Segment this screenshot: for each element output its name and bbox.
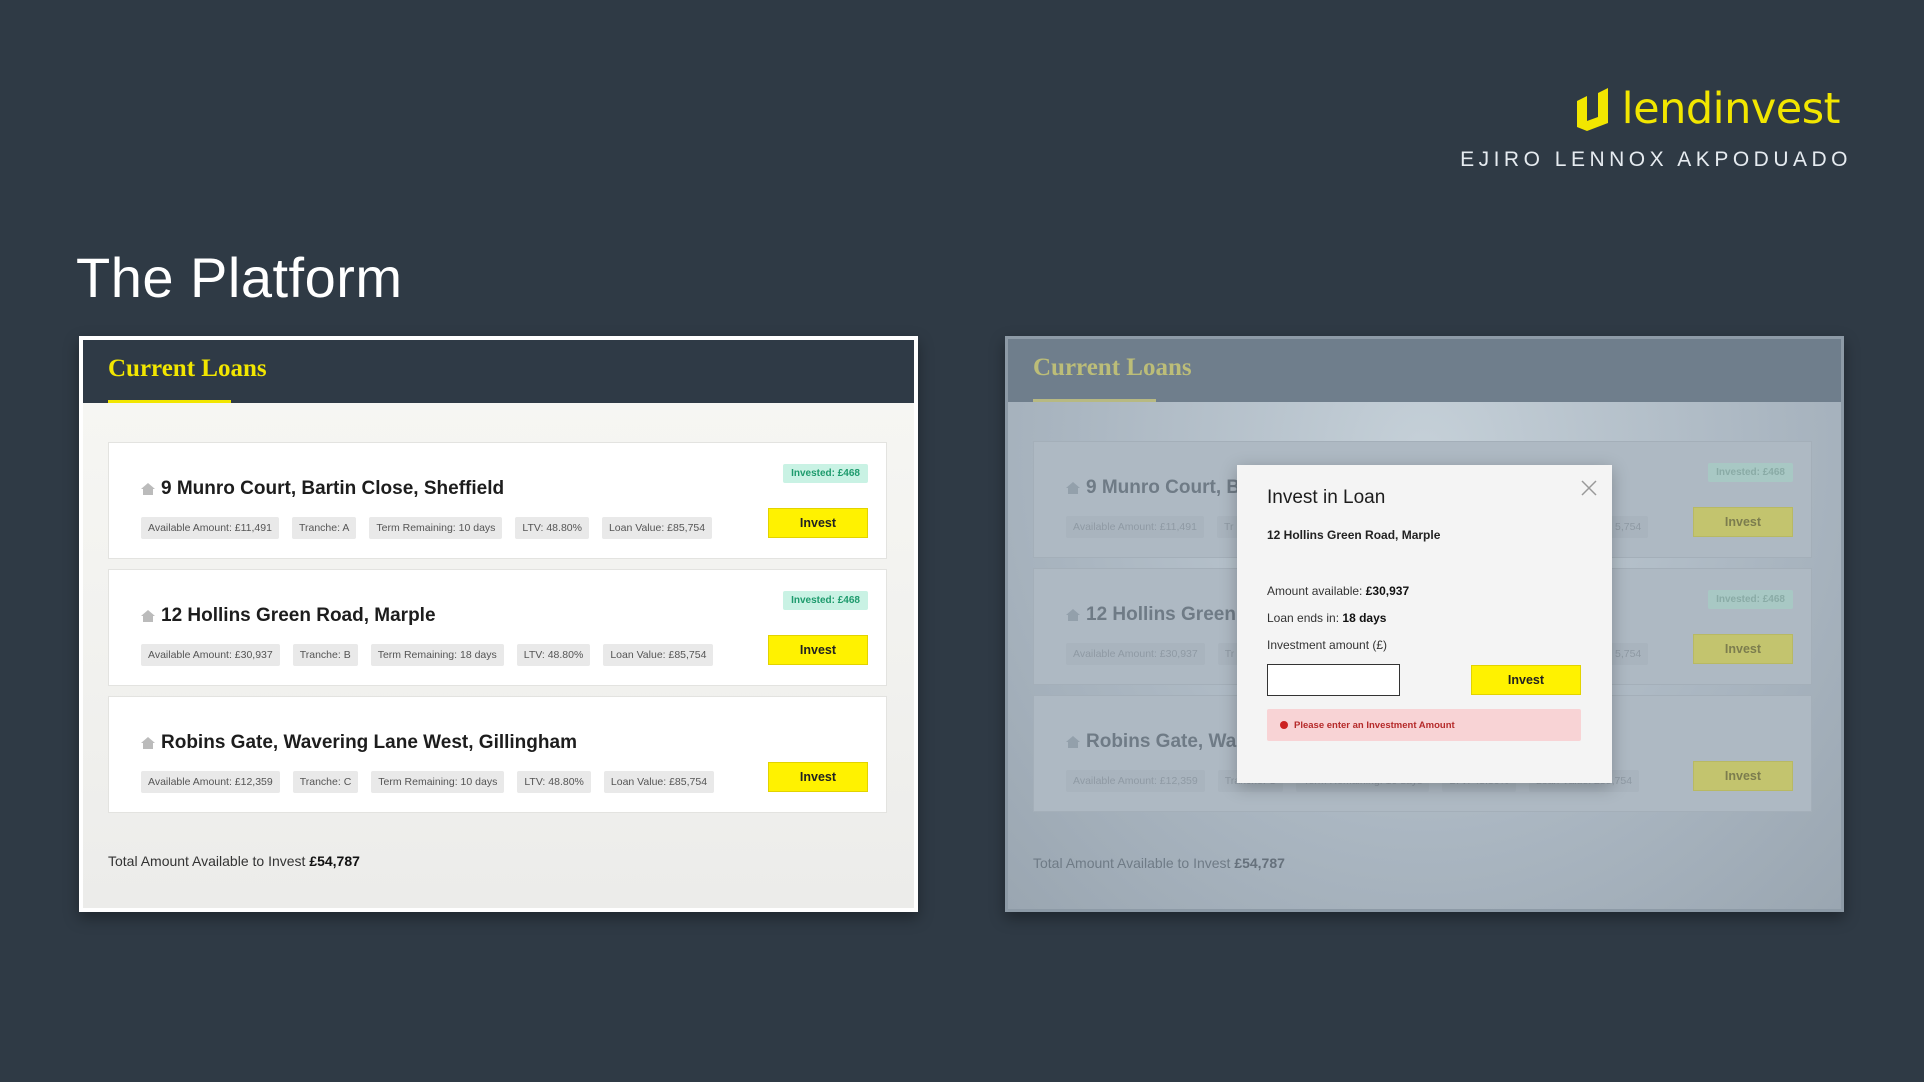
investment-amount-label: Investment amount (£) [1267, 638, 1388, 652]
loan-ends-label: Loan ends in: [1267, 611, 1340, 625]
total-available: Total Amount Available to Invest £54,787 [108, 853, 360, 869]
total-label: Total Amount Available to Invest [1033, 855, 1231, 871]
invested-badge: Invested: £468 [783, 464, 868, 483]
modal-invest-button[interactable]: Invest [1471, 665, 1581, 695]
invested-badge: Invested: £468 [783, 591, 868, 610]
amount-available-label: Amount available: [1267, 584, 1363, 598]
loan-ends: Loan ends in: 18 days [1267, 611, 1386, 625]
current-loans-header: Current Loans [1008, 339, 1841, 402]
home-icon [141, 737, 155, 749]
loan-address: Robins Gate, Wa [1086, 731, 1237, 752]
tag-tranche: Tranche: A [291, 517, 357, 539]
modal-subtitle: 12 Hollins Green Road, Marple [1267, 528, 1441, 542]
tag-available-amount: Available Amount: £30,937 [1066, 643, 1205, 665]
current-loans-header: Current Loans [83, 340, 914, 403]
error-text: Please enter an Investment Amount [1294, 719, 1455, 731]
loan-card: 9 Munro Court, Bartin Close, Sheffield I… [108, 442, 887, 559]
home-icon [1066, 736, 1080, 748]
loan-card: Robins Gate, Wavering Lane West, Gilling… [108, 696, 887, 813]
tag-ltv: LTV: 48.80% [515, 517, 589, 539]
tag-available-amount: Available Amount: £12,359 [141, 771, 280, 793]
invest-modal: Invest in Loan 12 Hollins Green Road, Ma… [1237, 465, 1612, 783]
loan-address: 12 Hollins Green Road, Marple [161, 605, 436, 626]
total-value: £54,787 [1234, 855, 1285, 871]
tag-loan-value: Loan Value: £85,754 [603, 644, 714, 666]
loan-ends-value: 18 days [1342, 611, 1387, 625]
tag-term-remaining: Term Remaining: 10 days [371, 771, 505, 793]
brand-logo: lendinvest [1574, 84, 1841, 134]
title-underline [108, 400, 231, 403]
invest-button[interactable]: Invest [768, 508, 868, 538]
tag-ltv: LTV: 48.80% [517, 771, 591, 793]
invested-badge: Invested: £468 [1708, 590, 1793, 609]
loan-address: Robins Gate, Wavering Lane West, Gilling… [161, 732, 577, 753]
amount-available-value: £30,937 [1365, 584, 1410, 598]
current-loans-title: Current Loans [108, 355, 267, 382]
home-icon [141, 483, 155, 495]
loan-card: 12 Hollins Green Road, Marple Invested: … [108, 569, 887, 686]
invested-badge: Invested: £468 [1708, 463, 1793, 482]
investment-amount-input[interactable] [1267, 664, 1400, 696]
tag-ltv: LTV: 48.80% [516, 644, 591, 666]
error-icon [1280, 721, 1288, 729]
page-title: The Platform [76, 246, 403, 309]
invest-button[interactable]: Invest [768, 762, 868, 792]
tag-term-remaining: Term Remaining: 18 days [370, 644, 504, 666]
tag-term-remaining: Term Remaining: 10 days [369, 517, 503, 539]
tag-available-amount: Available Amount: £30,937 [141, 644, 280, 666]
invest-button[interactable]: Invest [1693, 507, 1793, 537]
loan-address: 9 Munro Court, B [1086, 477, 1241, 498]
home-icon [141, 610, 155, 622]
total-available: Total Amount Available to Invest £54,787 [1033, 855, 1285, 871]
invest-button[interactable]: Invest [768, 635, 868, 665]
author-name: EJIRO LENNOX AKPODUADO [1460, 148, 1852, 171]
tag-loan-value: Loan Value: £85,754 [603, 771, 715, 793]
error-message: Please enter an Investment Amount [1267, 709, 1581, 741]
tag-loan-value: 5,754 [1608, 516, 1649, 538]
tag-available-amount: Available Amount: £11,491 [1066, 516, 1204, 538]
current-loans-title: Current Loans [1033, 354, 1192, 381]
tag-loan-value: Loan Value: £85,754 [601, 517, 713, 539]
amount-available: Amount available: £30,937 [1267, 584, 1409, 598]
loan-address: 9 Munro Court, Bartin Close, Sheffield [161, 478, 505, 499]
close-icon[interactable] [1580, 479, 1598, 497]
tag-available-amount: Available Amount: £11,491 [141, 517, 279, 539]
tag-loan-value: 5,754 [1608, 643, 1649, 665]
modal-title: Invest in Loan [1267, 487, 1386, 508]
current-loans-screenshot: Current Loans 9 Munro Court, Bartin Clos… [79, 336, 918, 912]
invest-modal-screenshot: Current Loans 9 Munro Court, B Invested:… [1005, 336, 1844, 912]
tag-tranche: Tranche: C [292, 771, 359, 793]
brand-name: lendinvest [1621, 84, 1841, 134]
invest-button[interactable]: Invest [1693, 634, 1793, 664]
lendinvest-logo-icon [1576, 88, 1608, 131]
total-label: Total Amount Available to Invest [108, 853, 306, 869]
home-icon [1066, 609, 1080, 621]
home-icon [1066, 482, 1080, 494]
invest-button[interactable]: Invest [1693, 761, 1793, 791]
title-underline [1033, 399, 1156, 402]
tag-available-amount: Available Amount: £12,359 [1066, 770, 1205, 792]
total-value: £54,787 [309, 853, 360, 869]
loan-address: 12 Hollins Green [1086, 604, 1236, 625]
tag-tranche: Tranche: B [292, 644, 358, 666]
